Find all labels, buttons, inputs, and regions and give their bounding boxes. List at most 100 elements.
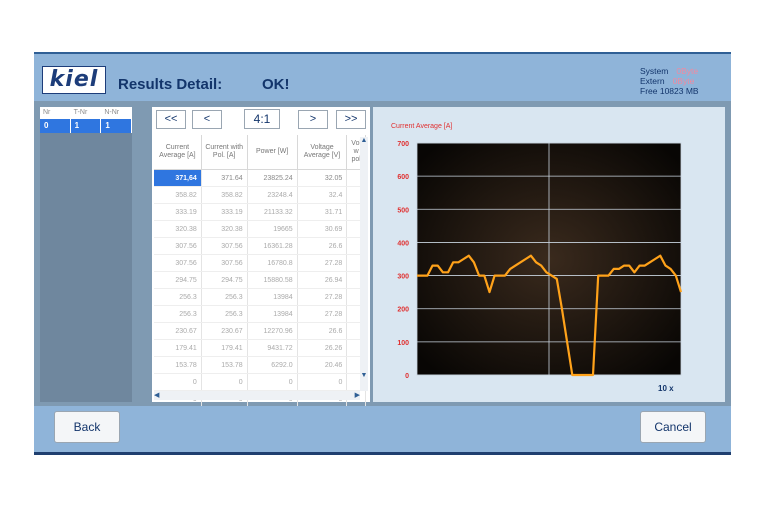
table-cell: 27.28 [297,305,348,323]
table-cell: 27.28 [297,288,348,306]
scroll-down-icon[interactable]: ▼ [360,372,368,379]
table-cell: 179.41 [201,339,248,357]
table-cell: 32.05 [297,169,348,187]
col-nr: Nr [43,109,51,116]
extern-value: 0Byte [672,76,695,86]
table-cell: 31.71 [297,203,348,221]
table-cell: 30.69 [297,220,348,238]
table-row[interactable]: 294.75 294.75 15880.58 26.94 [154,271,366,289]
table-row[interactable]: 256.3 256.3 13984 27.28 [154,305,366,323]
table-cell: 307.56 [201,254,248,272]
table-row[interactable]: 0000 [154,373,366,391]
table-cell: 371.64 [201,169,248,187]
table-cell: 0 [201,373,248,391]
extern-label: Extern [640,76,665,86]
table-cell: 333.19 [201,203,248,221]
column-header[interactable]: Current with Pol. [A] [201,135,248,170]
table-row[interactable]: 153.78 153.78 6292.0 20.46 [154,356,366,374]
table-cell: 15880.58 [247,271,298,289]
system-storage: System 0Byte [640,66,699,76]
table-row[interactable]: 320.38 320.38 19665 30.69 [154,220,366,238]
table-row[interactable]: 256.3 256.3 13984 27.28 [154,288,366,306]
footer-bar: Back Cancel [34,406,731,452]
col-n-nr: N-Nr [104,109,120,116]
table-cell: 256.3 [154,305,202,323]
prev-page-button[interactable]: < [192,110,222,129]
cell-nr: 0 [40,119,71,133]
table-cell: 358.82 [154,186,202,204]
table-row[interactable]: 333.19 333.19 21133.32 31.71 [154,203,366,221]
table-row[interactable]: 307.56 307.56 16361.28 26.6 [154,237,366,255]
table-cell: 230.67 [154,322,202,340]
table-cell: 256.3 [201,288,248,306]
results-table: Current Average [A] Current with Pol. [A… [154,135,366,425]
table-cell: 26.94 [297,271,348,289]
table-cell: 16780.8 [247,254,298,272]
table-row[interactable]: 358.82 358.82 23248.4 32.4 [154,186,366,204]
cancel-button[interactable]: Cancel [640,411,706,443]
table-cell: 294.75 [154,271,202,289]
current-average-chart: 0 100 200 300 400 500 600 700 [397,141,683,380]
table-cell: 153.78 [154,356,202,374]
col-t-nr: T-Nr [73,109,88,116]
system-value: 0Byte [676,66,699,76]
table-cell: 307.56 [201,237,248,255]
table-cell: 27.28 [297,254,348,272]
table-cell: 23248.4 [247,186,298,204]
table-row[interactable]: 307.56 307.56 16780.8 27.28 [154,254,366,272]
back-button[interactable]: Back [54,411,120,443]
table-body: 371,64 371.64 23825.24 32.05 358.82 358.82 23… [154,169,366,425]
column-header[interactable]: Voltage Average [V] [297,135,348,170]
chart-panel: Current Average [A] 0 100 200 300 400 500 600 7… [373,107,725,402]
table-cell: 320.38 [154,220,202,238]
result-list-panel: Nr T-Nr N-Nr 0 1 1 [40,107,133,402]
table-cell: 256.3 [201,305,248,323]
header-bar: kiel Results Detail: OK! System 0Byte Ext… [34,54,731,101]
horizontal-scrollbar[interactable]: ◀ ▶ [154,391,360,400]
y-tick-label: 700 [397,141,409,148]
table-cell: 6292.0 [247,356,298,374]
table-cell: 256.3 [154,288,202,306]
table-cell: 358.82 [201,186,248,204]
extern-storage: Extern 0Byte [640,76,699,86]
app-window: kiel Results Detail: OK! System 0Byte Ext… [34,52,731,455]
table-cell: 320.38 [201,220,248,238]
scroll-right-icon[interactable]: ▶ [355,391,360,399]
table-cell: 20.46 [297,356,348,374]
vertical-scrollbar[interactable]: ▲ ▼ [360,137,368,391]
result-list-row[interactable]: 0 1 1 [40,119,133,133]
table-cell: 26.26 [297,339,348,357]
system-info: System 0Byte Extern 0Byte Free 10823 MB [640,66,699,96]
table-cell: 307.56 [154,254,202,272]
page-title: Results Detail: [118,76,223,93]
next-page-button[interactable]: > [298,110,328,129]
kiel-logo: kiel [42,66,106,94]
cell-n-nr: 1 [101,119,133,133]
table-row[interactable]: 230.67 230.67 12270.96 26.6 [154,322,366,340]
table-cell: 16361.28 [247,237,298,255]
column-header[interactable]: Power [W] [247,135,298,170]
table-cell: 0 [154,373,202,391]
table-cell: 13984 [247,288,298,306]
table-cell: 13984 [247,305,298,323]
table-row[interactable]: 179.41 179.41 9431.72 26.26 [154,339,366,357]
y-tick-label: 0 [405,373,409,380]
scroll-up-icon[interactable]: ▲ [360,137,368,144]
table-cell: 307.56 [154,237,202,255]
scroll-left-icon[interactable]: ◀ [154,392,159,399]
last-page-button[interactable]: >> [336,110,366,129]
table-cell: 23825.24 [247,169,298,187]
pager: << < 4:1 > >> [152,107,370,133]
table-header-row: Current Average [A] Current with Pol. [A… [154,135,366,170]
data-table-panel: << < 4:1 > >> Current Average [A] Curren… [152,107,370,425]
status-text: OK! [262,76,290,93]
column-header[interactable]: Current Average [A] [154,135,202,170]
first-page-button[interactable]: << [156,110,186,129]
ratio-indicator: 4:1 [244,109,280,129]
table-cell: 26.6 [297,322,348,340]
table-cell: 371,64 [154,169,202,187]
table-cell: 0 [247,373,298,391]
table-row[interactable]: 371,64 371.64 23825.24 32.05 [154,169,366,187]
y-tick-label: 300 [397,274,409,281]
table-cell: 19665 [247,220,298,238]
